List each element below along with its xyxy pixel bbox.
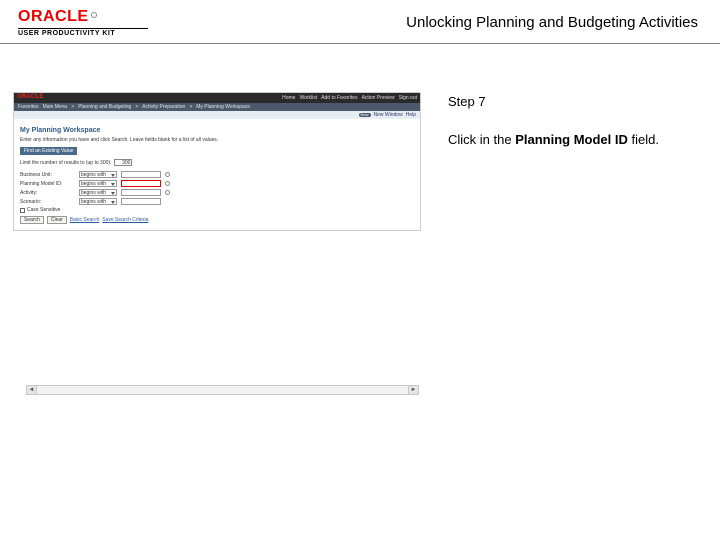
- instruction-field-name: Planning Model ID: [515, 132, 628, 147]
- row-planning-model-id: Planning Model ID: begins with: [20, 180, 414, 187]
- new-window-link[interactable]: New Window: [374, 112, 403, 118]
- operator-select[interactable]: begins with: [79, 180, 117, 187]
- top-link[interactable]: Worklist: [299, 95, 317, 101]
- oracle-logo: ORACLE: [18, 8, 89, 26]
- scroll-track[interactable]: [37, 386, 408, 394]
- app-page-subtitle: Enter any information you have and click…: [20, 137, 414, 143]
- instruction-prefix: Click in the: [448, 132, 515, 147]
- lookup-icon[interactable]: [165, 181, 170, 186]
- instruction-suffix: field.: [628, 132, 659, 147]
- app-page-title: My Planning Workspace: [20, 127, 414, 135]
- breadcrumb: Favorites Main Menu> Planning and Budget…: [14, 103, 420, 111]
- new-pill[interactable]: New: [359, 113, 371, 118]
- limit-input[interactable]: 300: [114, 159, 132, 166]
- button-row: Search Clear Basic Search Save Search Cr…: [20, 216, 414, 224]
- crumb[interactable]: Activity Preparation: [142, 104, 185, 110]
- app-brand: ORACLE: [17, 94, 44, 101]
- scroll-right-icon[interactable]: ►: [408, 386, 418, 394]
- planning-model-id-input[interactable]: [121, 180, 161, 187]
- topbar-links: Home Worklist Add to Favorites Action Pr…: [282, 95, 417, 101]
- case-sensitive-checkbox[interactable]: [20, 208, 25, 213]
- instruction-pane: Step 7 Click in the Planning Model ID fi…: [432, 44, 702, 444]
- scroll-left-icon[interactable]: ◄: [27, 386, 37, 394]
- field-label: Scenario:: [20, 199, 75, 205]
- scenario-input[interactable]: [121, 198, 161, 205]
- content-area: ORACLE Home Worklist Add to Favorites Ac…: [0, 44, 720, 444]
- help-link[interactable]: Help: [406, 112, 416, 118]
- app-body: My Planning Workspace Enter any informat…: [14, 119, 420, 230]
- activity-input[interactable]: [121, 189, 161, 196]
- operator-select[interactable]: begins with: [79, 198, 117, 205]
- brand-subtitle: USER PRODUCTIVITY KIT: [18, 28, 148, 37]
- top-link[interactable]: Action Preview: [362, 95, 395, 101]
- page-title: Unlocking Planning and Budgeting Activit…: [148, 8, 708, 31]
- operator-select[interactable]: begins with: [79, 189, 117, 196]
- crumb[interactable]: Favorites: [18, 104, 39, 110]
- save-search-link[interactable]: Save Search Criteria: [102, 217, 148, 223]
- case-sensitive-row: Case Sensitive: [20, 207, 414, 213]
- row-business-unit: Business Unit: begins with: [20, 171, 414, 178]
- search-button[interactable]: Search: [20, 216, 44, 224]
- limit-row: Limit the number of results to (up to 30…: [20, 159, 414, 166]
- step-instruction: Click in the Planning Model ID field.: [448, 130, 692, 150]
- case-sensitive-label: Case Sensitive: [27, 207, 60, 213]
- app-topbar: ORACLE Home Worklist Add to Favorites Ac…: [14, 93, 420, 103]
- clear-button[interactable]: Clear: [47, 216, 67, 224]
- field-label: Planning Model ID:: [20, 181, 75, 187]
- basic-search-link[interactable]: Basic Search: [70, 217, 99, 223]
- field-label: Business Unit:: [20, 172, 75, 178]
- limit-label: Limit the number of results to (up to 30…: [20, 160, 111, 166]
- find-existing-tab[interactable]: Find an Existing Value: [20, 147, 77, 155]
- step-label: Step 7: [448, 92, 692, 112]
- screenshot-pane: ORACLE Home Worklist Add to Favorites Ac…: [0, 44, 432, 444]
- app-window: ORACLE Home Worklist Add to Favorites Ac…: [13, 92, 421, 231]
- top-link[interactable]: Sign out: [399, 95, 417, 101]
- operator-select[interactable]: begins with: [79, 171, 117, 178]
- field-label: Activity:: [20, 190, 75, 196]
- business-unit-input[interactable]: [121, 171, 161, 178]
- lookup-icon[interactable]: [165, 172, 170, 177]
- brand-block: ORACLE USER PRODUCTIVITY KIT: [18, 8, 148, 37]
- app-subbar: New New Window Help: [14, 111, 420, 119]
- row-scenario: Scenario: begins with: [20, 198, 414, 205]
- page-header: ORACLE USER PRODUCTIVITY KIT Unlocking P…: [0, 0, 720, 44]
- top-link[interactable]: Home: [282, 95, 295, 101]
- horizontal-scrollbar[interactable]: ◄ ►: [26, 385, 419, 395]
- crumb[interactable]: Planning and Budgeting: [78, 104, 131, 110]
- lookup-icon[interactable]: [165, 190, 170, 195]
- crumb[interactable]: Main Menu: [43, 104, 68, 110]
- top-link[interactable]: Add to Favorites: [321, 95, 357, 101]
- crumb[interactable]: My Planning Workspace: [196, 104, 250, 110]
- row-activity: Activity: begins with: [20, 189, 414, 196]
